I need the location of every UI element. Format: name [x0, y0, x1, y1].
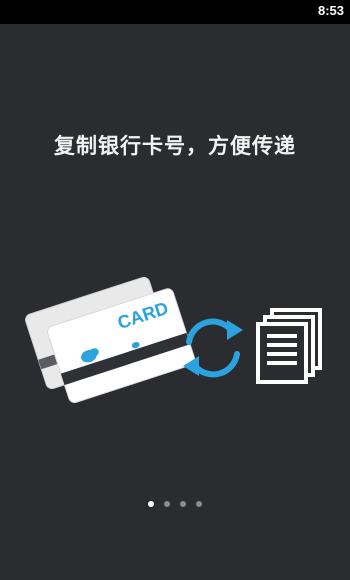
- page-indicator-dot: [180, 501, 186, 507]
- page-indicator: [0, 501, 350, 511]
- page-indicator-dot: [196, 501, 202, 507]
- status-bar: 8:53: [0, 0, 350, 24]
- page-indicator-dot: [164, 501, 170, 507]
- onboarding-headline: 复制银行卡号，方便传递: [54, 134, 296, 158]
- status-time: 8:53: [317, 3, 344, 18]
- page-indicator-dot: [148, 501, 154, 507]
- copy-documents-icon: [256, 308, 322, 384]
- onboarding-illustration: CARD: [25, 276, 322, 404]
- sync-arrows-icon: [183, 318, 243, 378]
- bank-card-icon: CARD: [25, 276, 196, 404]
